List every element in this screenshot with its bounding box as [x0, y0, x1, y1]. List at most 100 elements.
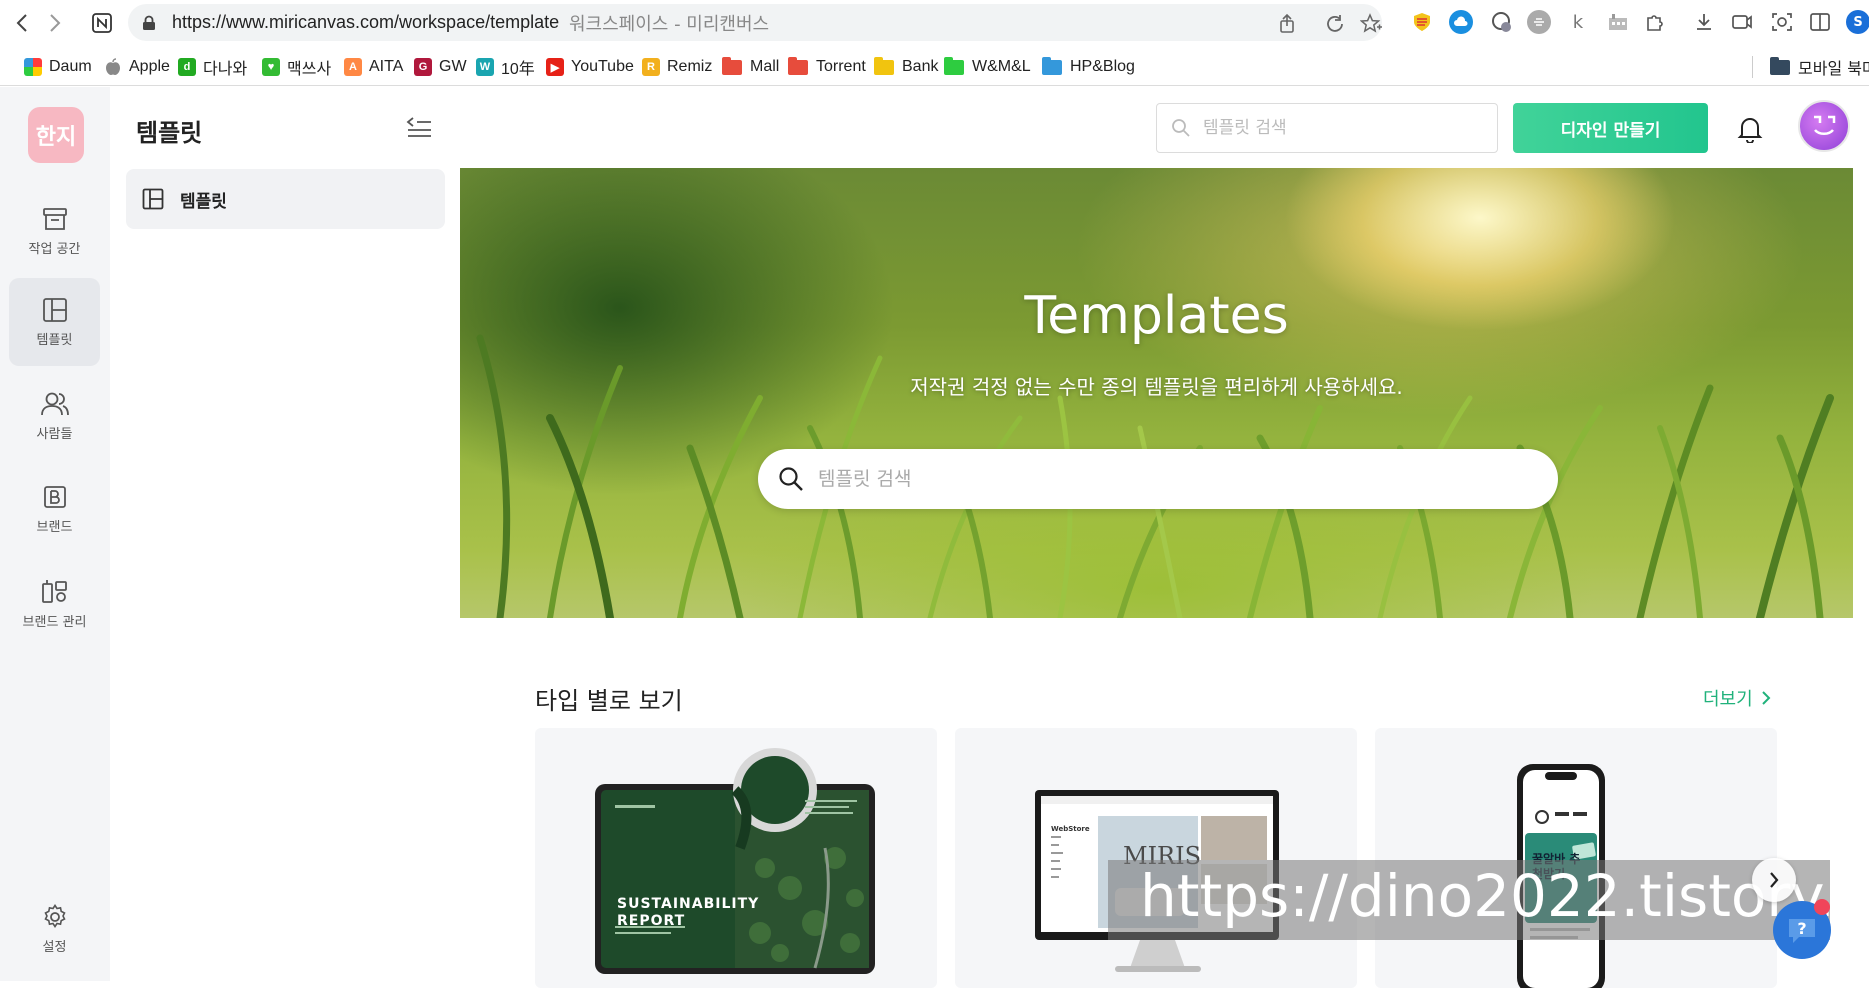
- carousel-next-button[interactable]: [1752, 858, 1796, 902]
- media-button[interactable]: [1730, 10, 1754, 34]
- back-button[interactable]: [8, 9, 36, 37]
- bookmark-folder-wml[interactable]: W&M&L: [944, 56, 1031, 78]
- more-link[interactable]: 더보기: [1703, 685, 1771, 711]
- hero-search-box[interactable]: [758, 449, 1558, 509]
- tablet-headline: SUSTAINABILITY REPORT: [617, 896, 760, 929]
- bookmark-folder-bank[interactable]: Bank: [874, 56, 938, 78]
- remiz-icon: R: [642, 58, 660, 76]
- create-design-button[interactable]: 디자인 만들기: [1513, 103, 1708, 153]
- avatar-face-icon: [1814, 115, 1836, 135]
- bookmark-gw[interactable]: G GW: [414, 56, 467, 78]
- notion-extension-button[interactable]: [88, 9, 116, 37]
- gw-icon: G: [414, 58, 432, 76]
- svg-text:?: ?: [1797, 919, 1806, 938]
- rail-label: 사람들: [36, 426, 73, 442]
- ext-factory-button[interactable]: [1606, 10, 1630, 34]
- screenshot-button[interactable]: [1770, 10, 1794, 34]
- app-rail: 한지 작업 공간 템플릿 사람들 브랜드 브랜드 관리 설정: [0, 87, 110, 981]
- media-icon: [1732, 15, 1752, 29]
- monitor-store-label: WebStore: [1051, 825, 1090, 833]
- download-icon: [1697, 14, 1711, 30]
- favorites-icon[interactable]: [1360, 13, 1382, 35]
- type-card-mobile[interactable]: 꿀알바 추천받기: [1375, 728, 1777, 988]
- bookmark-10year[interactable]: W 10年: [476, 56, 535, 78]
- ext-sync-button[interactable]: [1490, 10, 1514, 34]
- chevron-right-icon: [1770, 872, 1779, 888]
- ext-shield-button[interactable]: [1410, 10, 1434, 34]
- bookmark-remiz[interactable]: R Remiz: [642, 56, 712, 78]
- rail-label: 템플릿: [36, 332, 73, 348]
- rail-item-settings[interactable]: 설정: [9, 885, 100, 973]
- notification-dot: [1814, 899, 1830, 915]
- bookmark-apple[interactable]: Apple: [104, 56, 170, 78]
- ext-k-button[interactable]: k: [1566, 10, 1590, 34]
- share-icon[interactable]: [1276, 13, 1298, 35]
- brand-icon: [43, 485, 66, 508]
- top-search-box[interactable]: [1156, 103, 1498, 153]
- hero-search-input[interactable]: [818, 468, 1518, 490]
- bookmark-folder-mall[interactable]: Mall: [722, 56, 779, 78]
- screenshot-icon: [1772, 13, 1792, 31]
- bookmark-label: Apple: [129, 58, 170, 75]
- bookmark-label: Daum: [49, 58, 92, 75]
- bookmark-folder-mobile[interactable]: 모바일 북마: [1770, 56, 1869, 78]
- cloud-extension-icon: [1454, 16, 1468, 26]
- sync-extension-icon: [1492, 12, 1511, 32]
- page-title-text: 워크스페이스 - 미리캔버스: [569, 13, 770, 35]
- bookmark-danawa[interactable]: d 다나와: [178, 56, 247, 78]
- panel-item-templates[interactable]: 템플릿: [126, 169, 445, 229]
- tenyear-icon: W: [476, 58, 494, 76]
- user-avatar[interactable]: [1798, 100, 1850, 152]
- extensions-button[interactable]: [1643, 10, 1667, 34]
- gear-icon: [43, 903, 66, 928]
- rail-item-brand-manage[interactable]: 브랜드 관리: [9, 560, 100, 648]
- folder-icon: [1042, 56, 1062, 75]
- profile-button[interactable]: S: [1846, 10, 1869, 34]
- factory-extension-icon: [1609, 14, 1627, 30]
- team-logo[interactable]: 한지: [28, 107, 84, 163]
- split-view-icon: [1810, 13, 1830, 31]
- rail-label: 브랜드 관리: [22, 614, 87, 630]
- folder-icon: [874, 56, 894, 75]
- collapse-panel-icon[interactable]: [406, 115, 432, 137]
- rail-item-people[interactable]: 사람들: [9, 372, 100, 460]
- split-view-button[interactable]: [1808, 10, 1832, 34]
- forward-button[interactable]: [41, 9, 69, 37]
- top-search-input[interactable]: [1203, 118, 1483, 138]
- bookmark-label: AITA: [369, 58, 404, 75]
- shield-extension-icon: [1414, 13, 1430, 31]
- rail-item-workspace[interactable]: 작업 공간: [9, 187, 100, 275]
- tablet-preview-image: [595, 748, 875, 974]
- bookmark-daum[interactable]: Daum: [24, 56, 92, 78]
- bell-icon[interactable]: [1737, 115, 1763, 143]
- address-bar[interactable]: https://www.miricanvas.com/workspace/tem…: [128, 4, 1382, 41]
- k-extension-icon: k: [1572, 11, 1584, 33]
- brand-manage-icon: [41, 579, 67, 603]
- bookmark-macsusa[interactable]: ♥ 맥쓰사: [262, 56, 331, 78]
- ext-gray-button[interactable]: [1527, 10, 1551, 34]
- bookmark-label: Remiz: [667, 58, 713, 75]
- rail-item-templates[interactable]: 템플릿: [9, 278, 100, 366]
- bookmark-folder-torrent[interactable]: Torrent: [788, 56, 866, 78]
- type-card-document[interactable]: SUSTAINABILITY REPORT: [535, 728, 937, 988]
- reload-icon[interactable]: [1324, 13, 1346, 35]
- ext-cloud-button[interactable]: [1449, 10, 1473, 34]
- profile-icon: S: [1853, 14, 1863, 30]
- hero-title: Templates: [1024, 286, 1289, 346]
- downloads-button[interactable]: [1692, 10, 1716, 34]
- section-title: 타입 별로 보기: [535, 687, 683, 715]
- bookmark-label: 맥쓰사: [287, 61, 332, 78]
- rail-item-brand[interactable]: 브랜드: [9, 465, 100, 553]
- bookmark-aita[interactable]: A AITA: [344, 56, 403, 78]
- bookmark-youtube[interactable]: ▶ YouTube: [546, 56, 634, 78]
- type-card-web[interactable]: WebStore MIRIS: [955, 728, 1357, 988]
- gray-extension-icon: [1534, 18, 1544, 26]
- bookmark-label: YouTube: [571, 58, 634, 75]
- bookmark-folder-hpblog[interactable]: HP&Blog: [1042, 56, 1135, 78]
- template-icon: [42, 297, 67, 322]
- url-text[interactable]: https://www.miricanvas.com/workspace/tem…: [172, 12, 559, 33]
- bookmarks-divider: [1752, 56, 1753, 78]
- back-arrow-icon: [16, 14, 27, 32]
- more-label: 더보기: [1703, 689, 1753, 710]
- lock-icon: [143, 15, 155, 30]
